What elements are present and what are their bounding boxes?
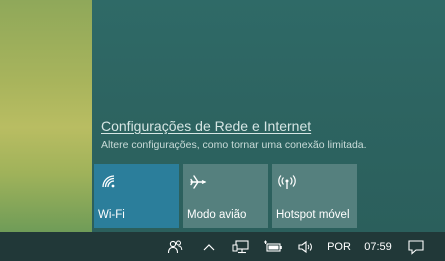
network-tray-button[interactable] <box>230 232 252 261</box>
airplane-mode-tile[interactable]: Modo avião <box>183 164 268 228</box>
mobile-hotspot-tile-label: Hotspot móvel <box>276 209 350 221</box>
volume-icon <box>298 240 312 253</box>
action-center-button[interactable] <box>405 232 427 261</box>
wifi-icon <box>102 175 115 188</box>
show-hidden-icons-button[interactable] <box>200 232 218 261</box>
battery-icon <box>264 240 282 252</box>
input-language-button[interactable]: POR <box>322 232 356 261</box>
desktop-wallpaper <box>0 0 92 232</box>
wifi-tile[interactable]: Wi-Fi <box>94 164 179 228</box>
airplane-icon <box>190 175 207 189</box>
taskbar: POR 07:59 <box>0 232 445 261</box>
screen: Configurações de Rede e Internet Altere … <box>0 0 445 261</box>
airplane-mode-tile-label: Modo avião <box>187 209 247 221</box>
chevron-up-icon <box>203 243 215 250</box>
clock-button[interactable]: 07:59 <box>360 232 396 261</box>
hotspot-icon <box>278 175 296 189</box>
quick-action-tiles: Wi-Fi Modo avião Hotspot móvel <box>94 164 357 228</box>
mobile-hotspot-tile[interactable]: Hotspot móvel <box>272 164 357 228</box>
battery-tray-button[interactable] <box>262 232 284 261</box>
network-settings-description: Altere configurações, como tornar uma co… <box>101 139 367 151</box>
volume-tray-button[interactable] <box>295 232 317 261</box>
people-icon <box>167 240 183 253</box>
network-flyout: Configurações de Rede e Internet Altere … <box>92 0 445 232</box>
network-settings-link[interactable]: Configurações de Rede e Internet <box>101 118 311 134</box>
clock-time: 07:59 <box>364 240 392 253</box>
network-icon <box>232 239 249 253</box>
input-language-label: POR <box>327 240 351 253</box>
people-button[interactable] <box>165 232 185 261</box>
wifi-tile-label: Wi-Fi <box>98 209 125 221</box>
notification-icon <box>408 239 424 255</box>
